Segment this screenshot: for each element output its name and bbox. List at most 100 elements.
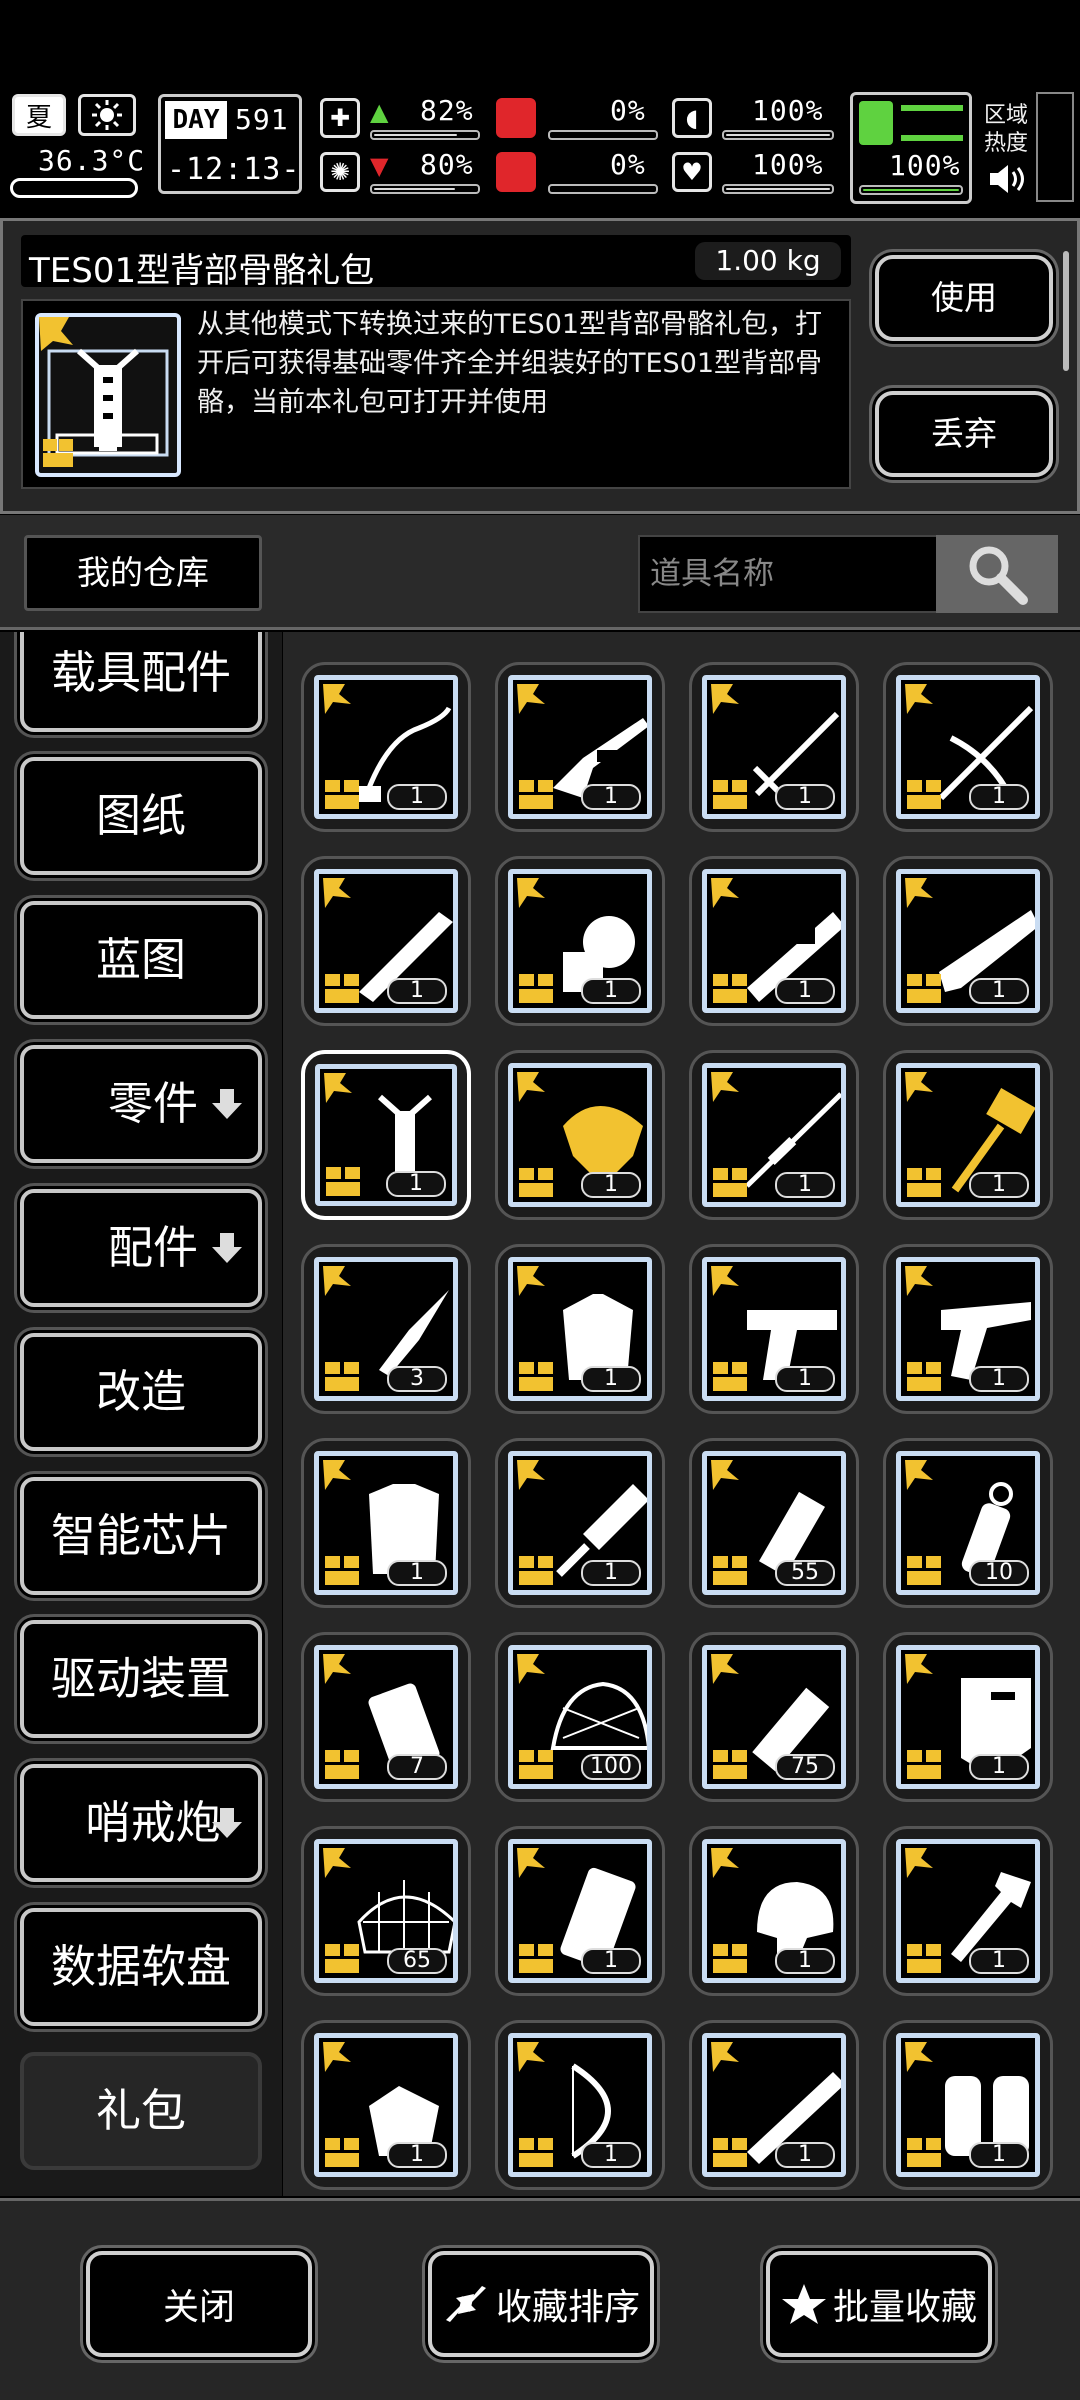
item-count: 100 (581, 1754, 641, 1780)
inventory-slot[interactable]: 1 (301, 1050, 471, 1220)
batch-favorite-label: 批量收藏 (832, 2287, 977, 2328)
gift-icon (907, 1168, 941, 1197)
slot-frame: 1 (896, 869, 1040, 1013)
gift-icon (519, 780, 553, 809)
inventory-slot[interactable]: 1 (883, 856, 1053, 1026)
inventory-slot[interactable]: 1 (301, 1438, 471, 1608)
category-label: 数据软盘 (50, 1940, 231, 1994)
inventory-slot[interactable]: 100 (495, 1632, 665, 1802)
inventory-slot[interactable]: 1 (495, 662, 665, 832)
sort-favorites-button[interactable]: 收藏排序 (428, 2251, 654, 2357)
item-description: 从其他模式下转换过来的TES01型背部骨骼礼包，打开后可获得基础零件齐全并组装好… (197, 309, 823, 418)
speaker-icon[interactable] (988, 162, 1028, 196)
day-label: DAY (165, 101, 227, 139)
item-description-box: 从其他模式下转换过来的TES01型背部骨骼礼包，打开后可获得基础零件齐全并组装好… (21, 299, 851, 489)
slot-frame: 1 (896, 1257, 1040, 1401)
inventory-slot[interactable]: 1 (495, 1244, 665, 1414)
search-input[interactable]: 道具名称 (638, 535, 938, 613)
inventory-slot[interactable]: 1 (883, 1826, 1053, 1996)
inventory-slot[interactable]: 1 (689, 2020, 859, 2190)
slot-frame: 1 (508, 675, 652, 819)
inventory-slot[interactable]: 1 (883, 1632, 1053, 1802)
slot-frame: 10 (896, 1451, 1040, 1595)
slot-frame: 1 (508, 869, 652, 1013)
batch-favorite-button[interactable]: 批量收藏 (766, 2251, 992, 2357)
inventory-slot[interactable]: 65 (301, 1826, 471, 1996)
inventory-slot[interactable]: 1 (689, 856, 859, 1026)
close-button[interactable]: 关闭 (86, 2251, 312, 2357)
gift-icon (713, 1362, 747, 1391)
description-scrollbar[interactable] (1063, 251, 1069, 371)
slot-frame: 1 (508, 1063, 652, 1207)
inventory-slot[interactable]: 55 (689, 1438, 859, 1608)
category-label: 零件 (107, 1077, 198, 1131)
favorite-star-icon (323, 1848, 351, 1878)
inventory-slot[interactable]: 1 (495, 1826, 665, 1996)
stomach-icon (496, 98, 536, 138)
gift-icon (713, 1750, 747, 1779)
category-4[interactable]: 配件 (20, 1188, 262, 1307)
slot-frame: 1 (896, 1063, 1040, 1207)
inventory-slot[interactable]: 1 (883, 2020, 1053, 2190)
favorite-star-icon (323, 1654, 351, 1684)
item-count: 75 (775, 1754, 835, 1780)
item-count: 1 (775, 1172, 835, 1198)
stamina-stripes-icon (901, 105, 963, 141)
category-8[interactable]: 哨戒炮 (20, 1764, 262, 1883)
slot-frame: 1 (315, 1064, 457, 1206)
gift-icon (325, 1556, 359, 1585)
inventory-slot[interactable]: 1 (689, 1050, 859, 1220)
item-count: 1 (969, 1366, 1029, 1392)
category-6[interactable]: 智能芯片 (20, 1476, 262, 1595)
item-count: 10 (969, 1560, 1029, 1586)
temperature-readout: 36.3°C (38, 144, 146, 177)
inventory-slot[interactable]: 1 (689, 662, 859, 832)
category-9[interactable]: 数据软盘 (20, 1908, 262, 2027)
category-5[interactable]: 改造 (20, 1332, 262, 1451)
inventory-slot[interactable]: 1 (495, 1438, 665, 1608)
gift-icon (907, 1362, 941, 1391)
day-clock-box: DAY 591 -12:13- (158, 94, 302, 194)
category-3[interactable]: 零件 (20, 1045, 262, 1164)
inventory-slot[interactable]: 1 (301, 856, 471, 1026)
my-warehouse-tab[interactable]: 我的仓库 (24, 535, 262, 611)
medkit-icon: ✚ (320, 98, 360, 138)
inventory-slot[interactable]: 7 (301, 1632, 471, 1802)
inventory-slot[interactable]: 1 (495, 856, 665, 1026)
inventory-slot[interactable]: 1 (883, 662, 1053, 832)
inventory-slot[interactable]: 1 (301, 662, 471, 832)
category-10[interactable]: 礼包 (20, 2051, 262, 2170)
inventory-slot[interactable]: 1 (495, 1050, 665, 1220)
use-button[interactable]: 使用 (875, 255, 1053, 341)
search-button[interactable] (936, 535, 1058, 613)
category-1[interactable]: 图纸 (20, 757, 262, 876)
slot-frame: 1 (896, 1839, 1040, 1983)
inventory-slot[interactable]: 1 (883, 1244, 1053, 1414)
favorite-star-icon (905, 1460, 933, 1490)
favorite-star-icon (517, 684, 545, 714)
slot-frame: 1 (896, 675, 1040, 819)
inventory-slot[interactable]: 1 (495, 2020, 665, 2190)
inventory-slot[interactable]: 1 (689, 1826, 859, 1996)
item-count: 3 (387, 1366, 447, 1392)
gift-icon (713, 2138, 747, 2167)
discard-button[interactable]: 丢弃 (875, 391, 1053, 477)
heart-readout: 100% (752, 148, 824, 181)
item-grid[interactable]: 1 1 1 1 1 1 1 1 1 1 1 1 3 1 1 1 1 1 55 10 7 100 75 1 65 1 1 1 1 1 1 1 (283, 632, 1080, 2196)
category-2[interactable]: 蓝图 (20, 901, 262, 1020)
slot-frame: 1 (508, 1839, 652, 1983)
category-0[interactable]: 载具配件 (20, 632, 262, 732)
inventory-slot[interactable]: 1 (301, 2020, 471, 2190)
category-list[interactable]: 载具配件图纸蓝图零件配件改造智能芯片驱动装置哨戒炮数据软盘礼包 (0, 632, 282, 2196)
inventory-slot[interactable]: 1 (883, 1050, 1053, 1220)
category-label: 载具配件 (50, 645, 231, 699)
inventory-slot[interactable]: 1 (689, 1244, 859, 1414)
hunger-readout: 0% (610, 94, 646, 127)
heart-bar (722, 184, 834, 194)
inventory-slot[interactable]: 75 (689, 1632, 859, 1802)
inventory-slot[interactable]: 3 (301, 1244, 471, 1414)
inventory-slot[interactable]: 10 (883, 1438, 1053, 1608)
category-7[interactable]: 驱动装置 (20, 1620, 262, 1739)
slot-frame: 1 (314, 2033, 458, 2177)
slot-frame: 55 (702, 1451, 846, 1595)
